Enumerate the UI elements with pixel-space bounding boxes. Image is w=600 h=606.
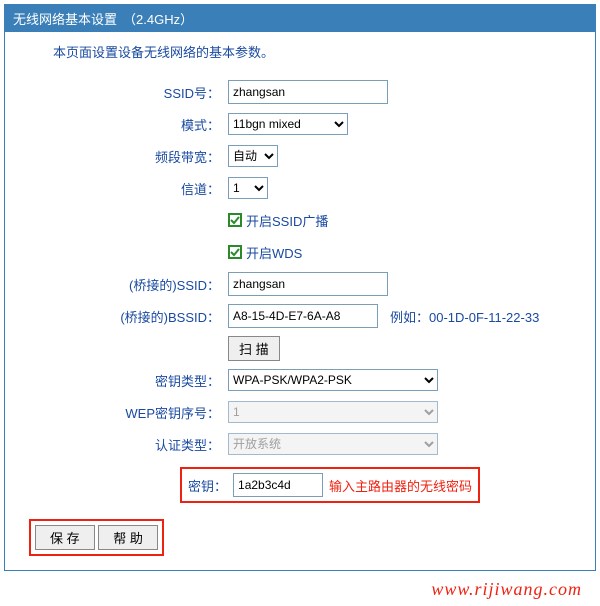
panel-band: （2.4GHz） (123, 9, 193, 28)
wep-index-select: 1 (228, 401, 438, 423)
mode-label: 模式： (25, 115, 228, 134)
panel-body: 本页面设置设备无线网络的基本参数。 SSID号： 模式： 11bgn mixed… (5, 32, 595, 570)
key-highlight-box: 密钥： 输入主路由器的无线密码 (180, 467, 480, 503)
key-input[interactable] (233, 473, 323, 497)
panel-header: 无线网络基本设置 （2.4GHz） (5, 5, 595, 32)
bridge-bssid-label: (桥接的)BSSID： (25, 307, 228, 326)
wireless-settings-panel: 无线网络基本设置 （2.4GHz） 本页面设置设备无线网络的基本参数。 SSID… (4, 4, 596, 571)
ssid-broadcast-label: 开启SSID广播 (246, 211, 328, 230)
watermark: www.rijiwang.com (0, 575, 600, 606)
wds-label: 开启WDS (246, 243, 302, 262)
key-hint: 输入主路由器的无线密码 (329, 476, 472, 495)
mode-select[interactable]: 11bgn mixed (228, 113, 348, 135)
key-label: 密钥： (188, 476, 233, 495)
bridge-ssid-input[interactable] (228, 272, 388, 296)
auth-type-label: 认证类型： (25, 435, 228, 454)
bandwidth-select[interactable]: 自动 (228, 145, 278, 167)
wep-index-label: WEP密钥序号： (25, 403, 228, 422)
help-button[interactable]: 帮 助 (98, 525, 158, 550)
channel-select[interactable]: 1 (228, 177, 268, 199)
key-type-select[interactable]: WPA-PSK/WPA2-PSK (228, 369, 438, 391)
wds-checkbox[interactable] (228, 245, 242, 259)
bridge-bssid-input[interactable] (228, 304, 378, 328)
bssid-hint: 例如：00-1D-0F-11-22-33 (390, 307, 539, 326)
ssid-input[interactable] (228, 80, 388, 104)
bandwidth-label: 频段带宽： (25, 147, 228, 166)
auth-type-select: 开放系统 (228, 433, 438, 455)
page-description: 本页面设置设备无线网络的基本参数。 (53, 42, 575, 61)
channel-label: 信道： (25, 179, 228, 198)
action-highlight-box: 保 存 帮 助 (29, 519, 164, 556)
scan-button[interactable]: 扫 描 (228, 336, 280, 361)
bridge-ssid-label: (桥接的)SSID： (25, 275, 228, 294)
panel-title: 无线网络基本设置 (13, 9, 117, 28)
key-type-label: 密钥类型： (25, 371, 228, 390)
save-button[interactable]: 保 存 (35, 525, 95, 550)
ssid-label: SSID号： (25, 83, 228, 102)
ssid-broadcast-checkbox[interactable] (228, 213, 242, 227)
